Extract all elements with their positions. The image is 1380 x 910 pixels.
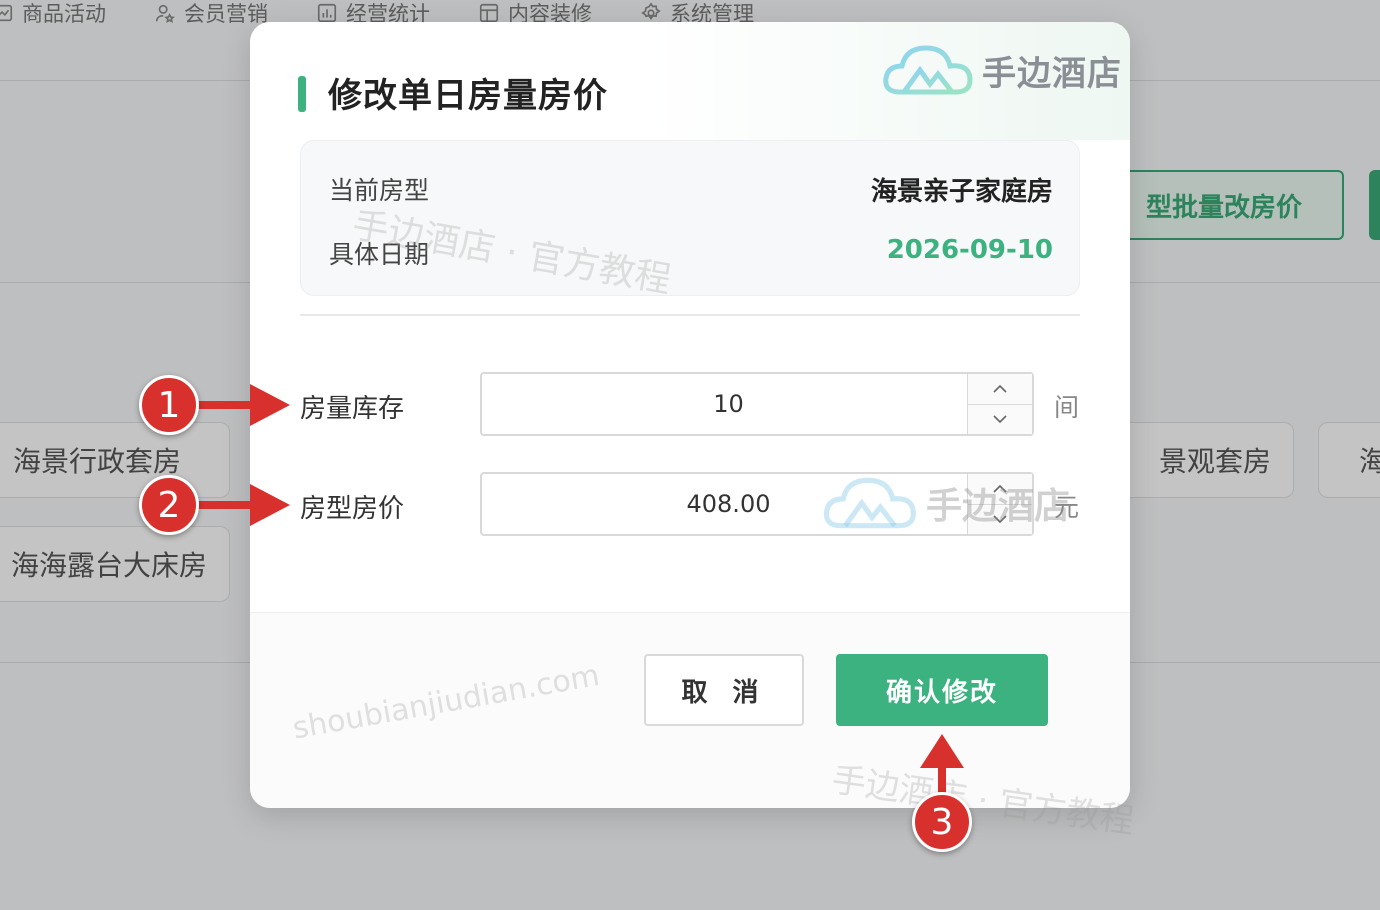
cloud-logo-icon bbox=[883, 45, 973, 95]
increment-button[interactable] bbox=[968, 374, 1032, 404]
info-divider bbox=[300, 314, 1080, 316]
decrement-button[interactable] bbox=[968, 403, 1032, 435]
inventory-input[interactable] bbox=[482, 374, 967, 434]
date-label: 具体日期 bbox=[329, 240, 430, 269]
chevron-up-icon bbox=[993, 484, 1007, 493]
chevron-down-icon bbox=[993, 515, 1007, 524]
price-input[interactable] bbox=[482, 474, 967, 534]
chevron-up-icon bbox=[993, 384, 1007, 393]
price-unit: 元 bbox=[1054, 493, 1080, 522]
decrement-button[interactable] bbox=[968, 503, 1032, 535]
price-label: 房型房价 bbox=[300, 494, 405, 524]
room-info-card: 当前房型 海景亲子家庭房 具体日期 2026-09-10 bbox=[300, 140, 1080, 296]
inventory-stepper-controls bbox=[967, 374, 1032, 434]
step-badge-3: 3 bbox=[912, 792, 972, 852]
edit-day-dialog: 修改单日房量房价 手边酒店 当前房型 海景亲子家庭房 具体日期 2026-09-… bbox=[250, 22, 1130, 808]
inventory-label: 房量库存 bbox=[300, 394, 405, 424]
brand-name: 手边酒店 bbox=[982, 53, 1122, 94]
price-stepper-controls bbox=[967, 474, 1032, 534]
arrow-annotation-1 bbox=[196, 384, 290, 426]
step-badge-2: 2 bbox=[139, 475, 199, 535]
arrow-annotation-2 bbox=[196, 484, 290, 526]
dialog-title: 修改单日房量房价 bbox=[328, 76, 608, 116]
inventory-stepper bbox=[480, 372, 1034, 436]
price-stepper bbox=[480, 472, 1034, 536]
date-value: 2026-09-10 bbox=[886, 235, 1053, 265]
step-badge-1: 1 bbox=[139, 375, 199, 435]
chevron-down-icon bbox=[993, 415, 1007, 424]
brand-logo: 手边酒店 bbox=[880, 38, 1122, 102]
inventory-unit: 间 bbox=[1054, 393, 1080, 422]
increment-button[interactable] bbox=[968, 474, 1032, 504]
confirm-button[interactable]: 确认修改 bbox=[836, 654, 1048, 726]
room-type-value: 海景亲子家庭房 bbox=[870, 177, 1053, 207]
cancel-button[interactable]: 取 消 bbox=[644, 654, 804, 726]
title-accent-bar bbox=[298, 76, 306, 112]
room-type-label: 当前房型 bbox=[329, 176, 430, 205]
